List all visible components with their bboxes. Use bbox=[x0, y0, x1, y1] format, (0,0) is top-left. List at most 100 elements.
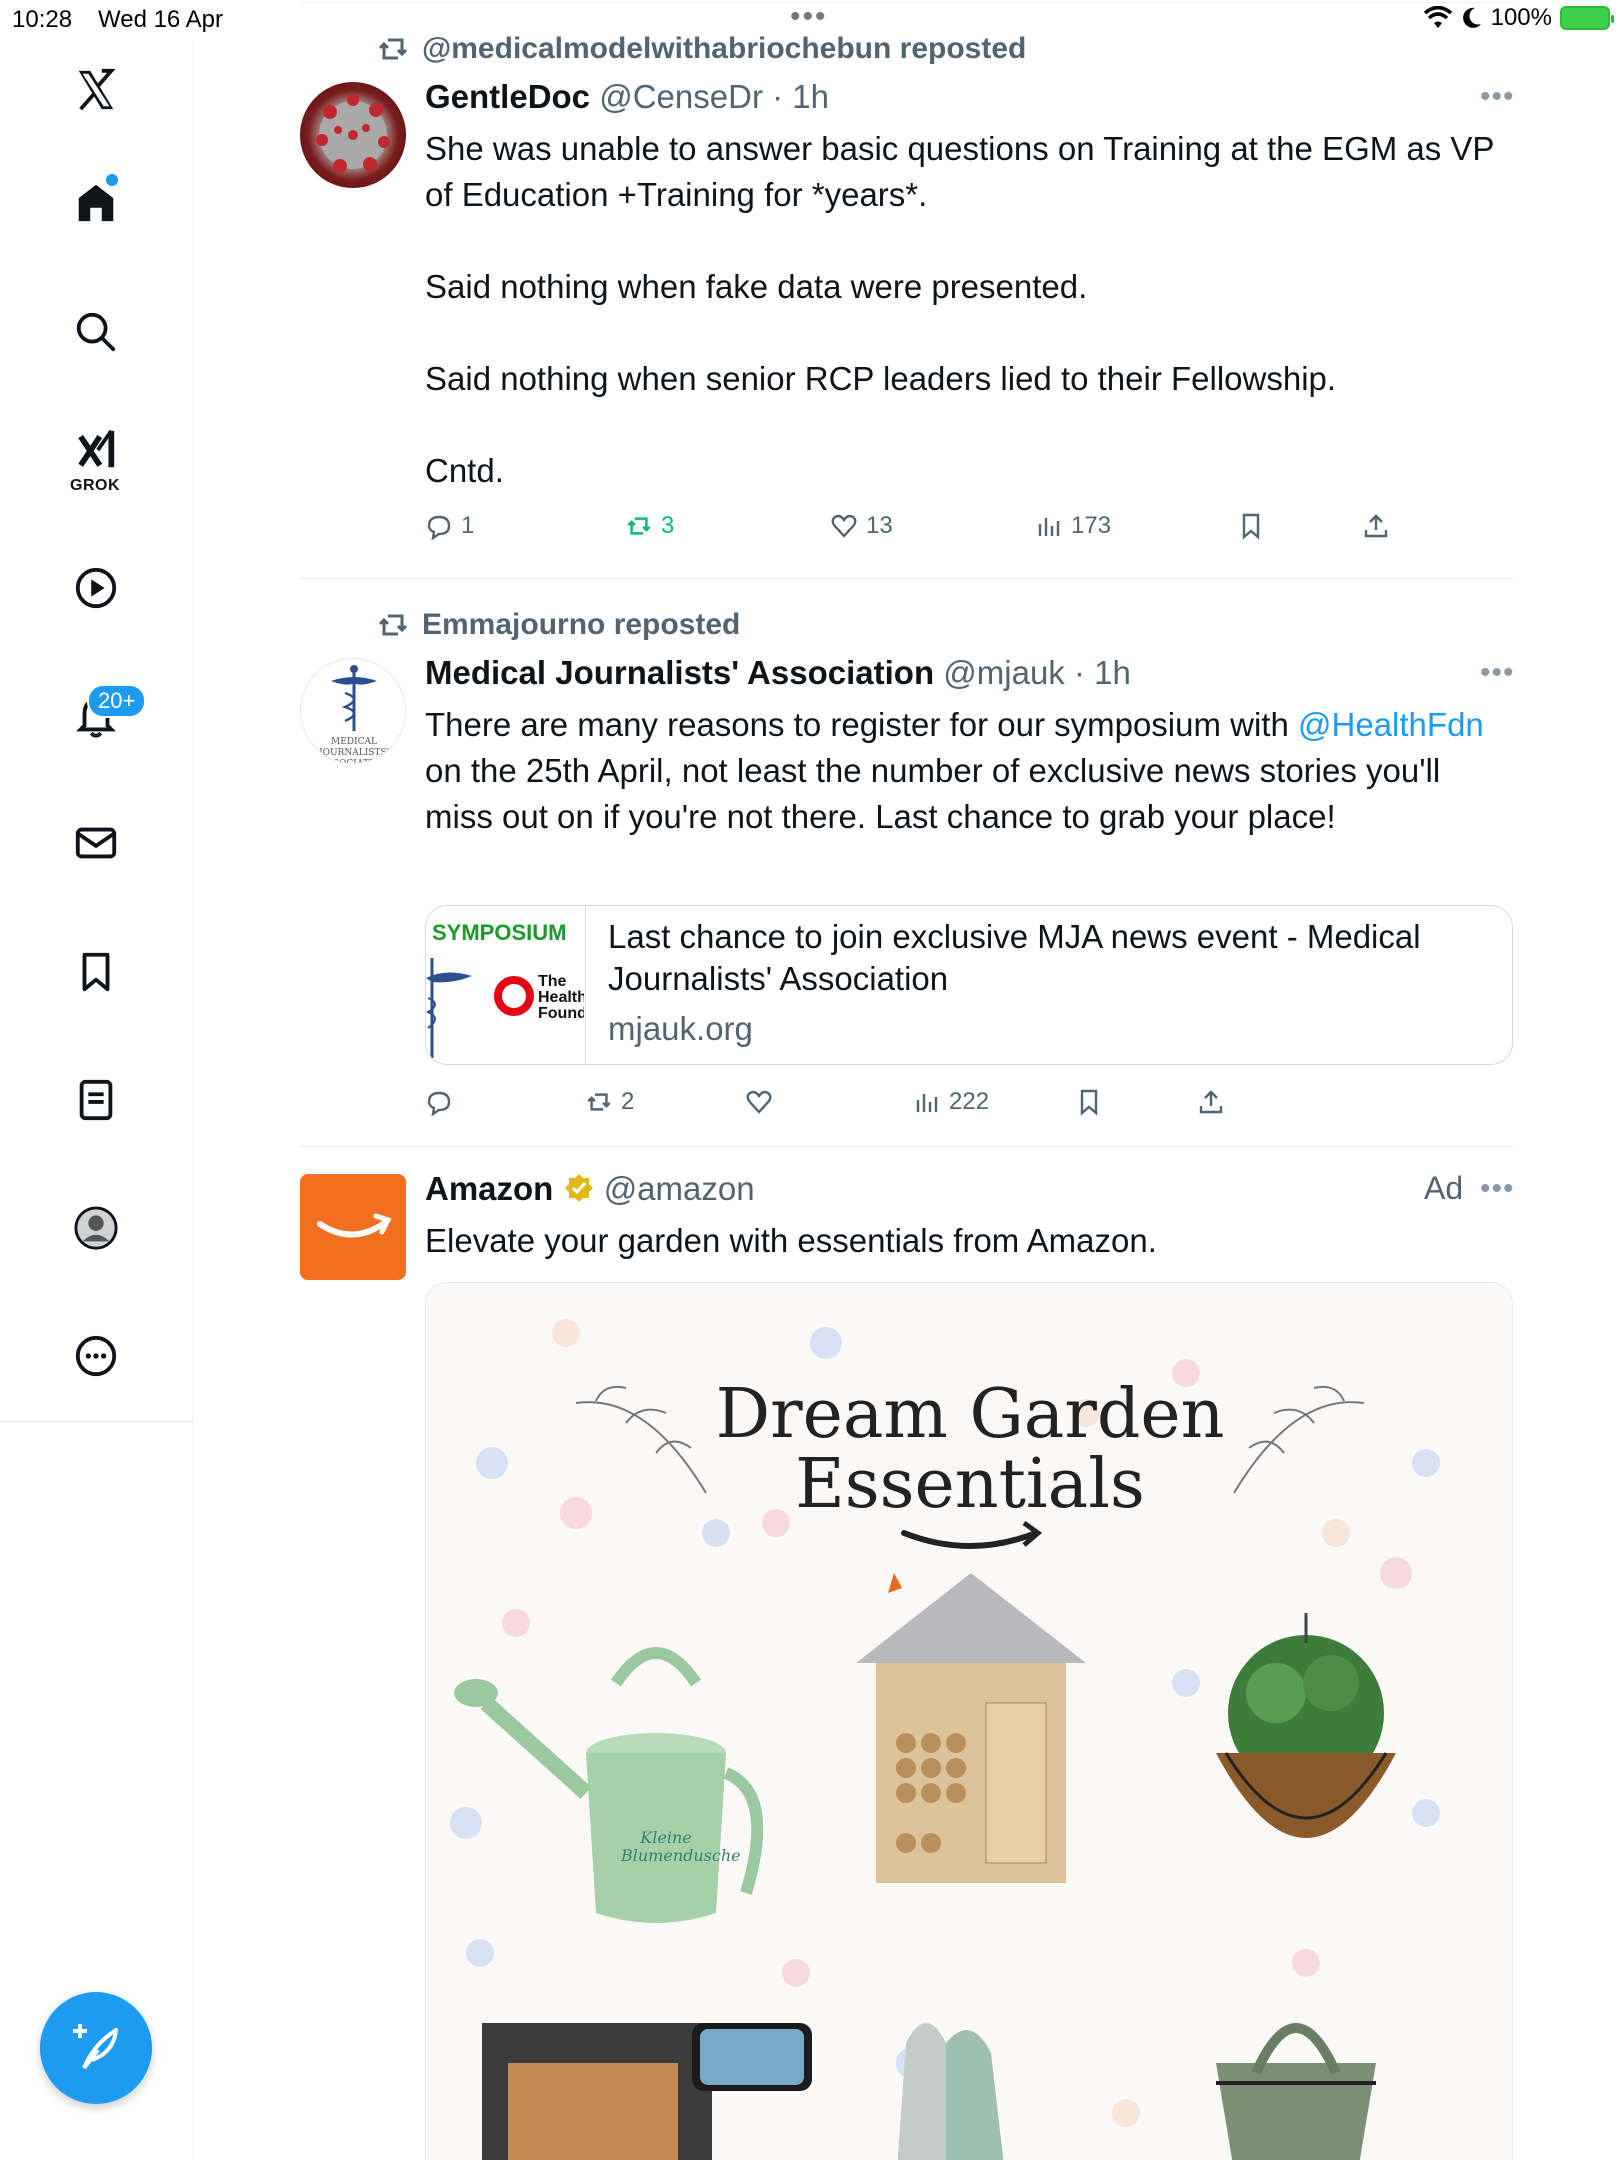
repost-icon bbox=[587, 1093, 611, 1111]
insect-hotel-image bbox=[856, 1573, 1086, 1883]
tweet-paragraph: Cntd. bbox=[425, 452, 504, 489]
home-unread-dot bbox=[106, 174, 118, 186]
views-button[interactable]: 222 bbox=[913, 1088, 989, 1116]
author-name[interactable]: Amazon bbox=[425, 1170, 553, 1207]
garden-gloves-image bbox=[897, 2023, 1004, 2160]
repost-icon bbox=[378, 38, 408, 60]
moon-icon bbox=[1462, 7, 1481, 28]
nav-bookmarks[interactable] bbox=[66, 942, 126, 1002]
like-button[interactable]: 13 bbox=[830, 512, 893, 540]
amazon-avatar[interactable] bbox=[300, 1174, 406, 1280]
repost-button[interactable]: 2 bbox=[585, 1088, 634, 1116]
repost-indicator[interactable]: Emmajourno reposted bbox=[376, 608, 740, 642]
share-icon bbox=[1199, 1090, 1223, 1114]
tweet-paragraph: She was unable to answer basic questions… bbox=[425, 130, 1494, 213]
mja-avatar[interactable]: MEDICAL JOURNALISTS' ASSOCIATION bbox=[300, 658, 406, 764]
list-icon bbox=[79, 1079, 113, 1121]
mention-link[interactable]: @HealthFdn bbox=[1298, 706, 1484, 743]
profile-avatar-icon bbox=[74, 1206, 118, 1250]
tweet-header: Medical Journalists' Association @mjauk … bbox=[425, 654, 1131, 692]
nav-video[interactable] bbox=[66, 558, 126, 618]
repost-indicator[interactable]: @medicalmodelwithabriochebun reposted bbox=[376, 32, 1026, 66]
status-indicators: 100% bbox=[1423, 4, 1614, 32]
author-handle[interactable]: @CenseDr bbox=[599, 78, 763, 115]
tweet-paragraph: Said nothing when fake data were present… bbox=[425, 268, 1088, 305]
link-card[interactable]: SYMPOSIUM The Health Found Last chance t… bbox=[425, 905, 1513, 1065]
gentledoc-avatar[interactable] bbox=[300, 82, 406, 188]
repost-count: 3 bbox=[661, 512, 675, 539]
tweet-body: Elevate your garden with essentials from… bbox=[425, 1222, 1157, 1259]
tweet-body: She was unable to answer basic questions… bbox=[425, 126, 1505, 494]
repost-by-text: Emmajourno reposted bbox=[422, 608, 741, 641]
tweet-more-icon[interactable]: ••• bbox=[1480, 80, 1515, 114]
watering-can-image bbox=[454, 1647, 764, 1923]
heart-icon bbox=[746, 1090, 772, 1114]
grok-label: GROK bbox=[70, 477, 120, 494]
nav-messages[interactable] bbox=[66, 813, 126, 873]
tweet-body: There are many reasons to register for o… bbox=[425, 702, 1510, 840]
views-icon bbox=[916, 1094, 938, 1112]
status-time: 10:28 bbox=[12, 6, 73, 33]
compose-button[interactable] bbox=[40, 1992, 152, 2104]
health-foundation-logo-icon bbox=[494, 976, 534, 1016]
tweet-header: Amazon @amazon bbox=[425, 1170, 755, 1208]
tweet-time[interactable]: · 1h bbox=[1074, 654, 1131, 691]
view-count: 222 bbox=[949, 1088, 990, 1115]
nav-lists[interactable] bbox=[66, 1070, 126, 1130]
nav-more[interactable] bbox=[66, 1326, 126, 1386]
caduceus-icon bbox=[426, 958, 472, 1058]
tweet-paragraph: Said nothing when senior RCP leaders lie… bbox=[425, 360, 1337, 397]
link-card-domain: mjauk.org bbox=[608, 1010, 753, 1047]
nav-grok[interactable] bbox=[66, 420, 126, 480]
feed-top-border bbox=[300, 2, 1513, 3]
tweet-time[interactable]: · 1h bbox=[772, 78, 829, 115]
bookmark-button[interactable] bbox=[1237, 512, 1265, 540]
ad-image-title-line2: Essentials bbox=[795, 1445, 1145, 1524]
nav-profile[interactable] bbox=[66, 1198, 126, 1258]
bird-feeder-camera-image bbox=[482, 2023, 812, 2160]
share-button[interactable] bbox=[1197, 1088, 1225, 1116]
author-handle[interactable]: @mjauk bbox=[943, 654, 1065, 691]
mja-avatar-text: MEDICAL JOURNALISTS' ASSOCIATION bbox=[318, 737, 390, 764]
tweet-text-part: There are many reasons to register for o… bbox=[425, 706, 1299, 743]
ad-image[interactable]: Dream Garden Essentials Kleine Blumendus… bbox=[425, 1282, 1513, 2160]
watering-can-label: Kleine Blumendusche bbox=[621, 1828, 741, 1865]
nav-explore[interactable] bbox=[66, 302, 126, 362]
compose-feather-icon bbox=[73, 2024, 118, 2070]
more-circle-icon bbox=[75, 1335, 117, 1377]
tweet-divider bbox=[300, 1146, 1513, 1147]
tweet-text-part: on the 25th April, not least the number … bbox=[425, 752, 1441, 835]
play-icon bbox=[75, 567, 117, 609]
author-handle[interactable]: @amazon bbox=[604, 1170, 755, 1207]
tweet-more-icon[interactable]: ••• bbox=[1480, 656, 1515, 690]
reply-icon bbox=[427, 515, 451, 540]
wifi-icon bbox=[1423, 6, 1452, 28]
card-thumb-label: SYMPOSIUM bbox=[432, 920, 567, 945]
repost-by-text: @medicalmodelwithabriochebun reposted bbox=[422, 32, 1027, 65]
garden-tool-bag-image bbox=[1216, 2023, 1376, 2160]
search-icon bbox=[76, 312, 116, 352]
like-button[interactable] bbox=[745, 1088, 781, 1116]
verified-badge-icon bbox=[564, 1174, 593, 1202]
repost-icon bbox=[627, 517, 651, 535]
mail-icon bbox=[75, 827, 117, 859]
tweet-more-icon[interactable]: ••• bbox=[1480, 1172, 1515, 1206]
author-name[interactable]: Medical Journalists' Association bbox=[425, 654, 934, 691]
reply-icon bbox=[427, 1091, 451, 1116]
battery-percent: 100% bbox=[1490, 4, 1552, 31]
multitasking-dots-icon[interactable]: ••• bbox=[790, 0, 828, 34]
x-logo-icon[interactable] bbox=[66, 60, 126, 120]
share-button[interactable] bbox=[1362, 512, 1390, 540]
reply-button[interactable] bbox=[425, 1088, 461, 1116]
repost-button[interactable]: 3 bbox=[625, 512, 674, 540]
views-icon bbox=[1038, 518, 1060, 536]
reply-button[interactable]: 1 bbox=[425, 512, 474, 540]
like-count: 13 bbox=[866, 512, 893, 539]
bookmark-icon bbox=[1080, 1089, 1098, 1116]
battery-icon bbox=[1560, 6, 1614, 30]
views-button[interactable]: 173 bbox=[1035, 512, 1111, 540]
author-name[interactable]: GentleDoc bbox=[425, 78, 590, 115]
bookmark-button[interactable] bbox=[1075, 1088, 1103, 1116]
link-card-title: Last chance to join exclusive MJA news e… bbox=[608, 918, 1421, 997]
amazon-smile-icon bbox=[317, 1213, 392, 1238]
